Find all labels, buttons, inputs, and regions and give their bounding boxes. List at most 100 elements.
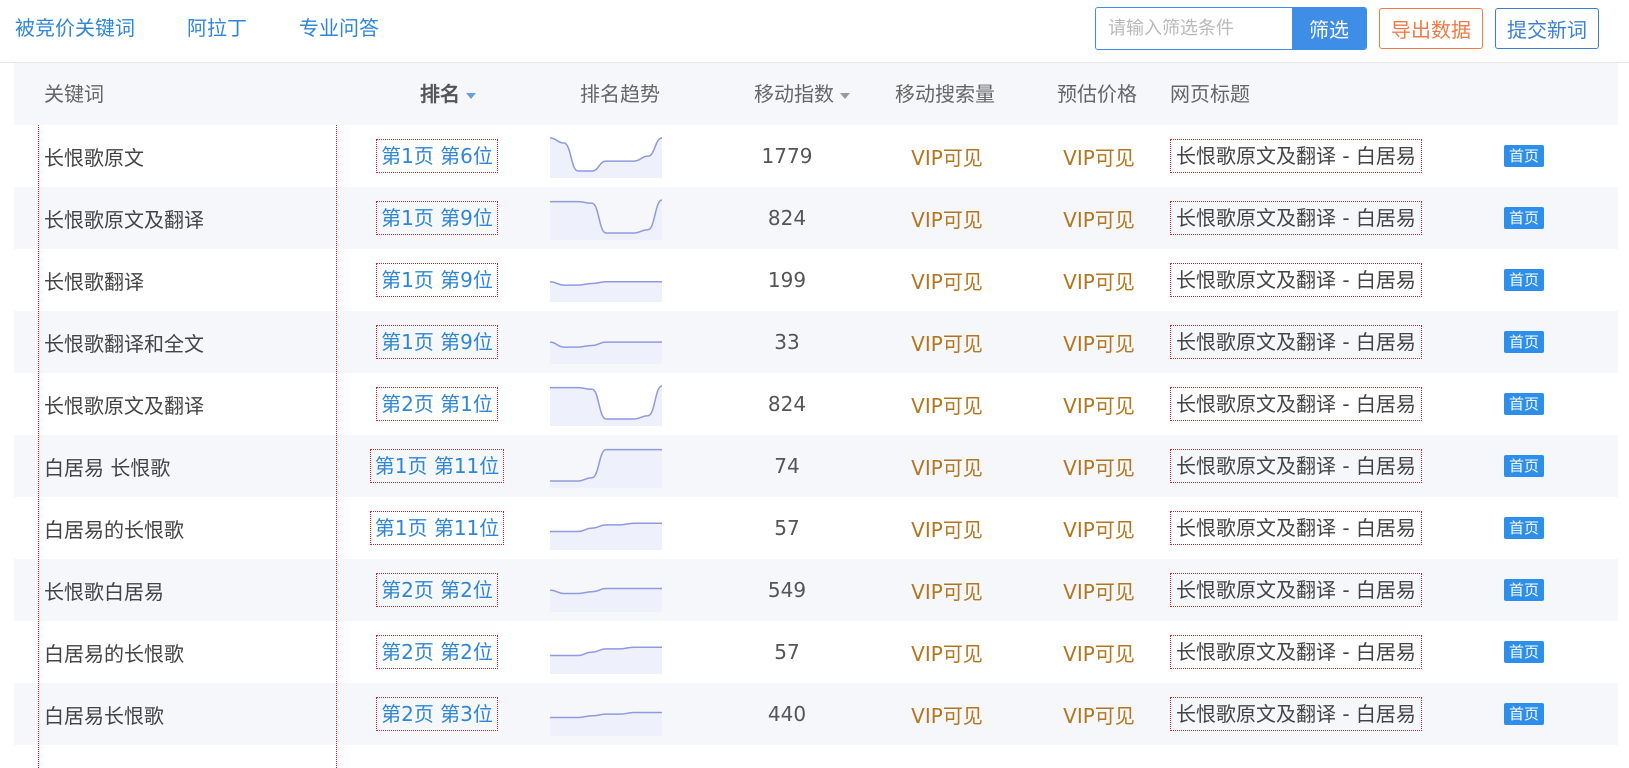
table-row: 长恨歌翻译和全文 第1页 第9位 33 VIP可见 VIP可见 长恨歌原文及翻译… [14,311,1618,373]
toolbar: 筛选 导出数据 提交新词 [1095,7,1599,50]
col-trend: 排名趋势 [580,82,660,106]
page-title-cell: 长恨歌原文及翻译 - 白居易 [1170,621,1422,683]
col-rank-label: 排名 [420,82,460,106]
mobile-index-cell: 199 [724,249,850,311]
page-title-link[interactable]: 长恨歌原文及翻译 - 白居易 [1170,139,1422,173]
homepage-badge[interactable]: 首页 [1504,269,1545,291]
rank-link[interactable]: 第1页 第11位 [369,449,505,483]
page-title-cell: 长恨歌原文及翻译 - 白居易 [1170,125,1422,187]
rank-cell: 第1页 第9位 [366,249,508,311]
homepage-badge[interactable]: 首页 [1504,455,1545,477]
rank-trend-chart [550,187,662,249]
mobile-index-cell: 549 [724,559,850,621]
vip-visible-text: VIP可见 [911,393,983,418]
mobile-volume-cell: VIP可见 [894,125,1000,187]
trend-area [550,588,662,612]
homepage-badge[interactable]: 首页 [1504,331,1545,353]
homepage-badge[interactable]: 首页 [1504,579,1545,601]
homepage-cell: 首页 [1504,559,1545,621]
page-title-cell: 长恨歌原文及翻译 - 白居易 [1170,249,1422,311]
col-mobile-index-label: 移动指数 [754,82,834,106]
trend-area [550,199,662,240]
keyword-text: 白居易长恨歌 [44,703,164,728]
homepage-badge[interactable]: 首页 [1504,207,1545,229]
keyword-text: 长恨歌白居易 [44,579,164,604]
page-title-link[interactable]: 长恨歌原文及翻译 - 白居易 [1170,449,1422,483]
trend-sparkline [550,448,662,488]
trend-area [550,646,662,674]
rank-cell: 第2页 第2位 [366,621,508,683]
price-cell: VIP可见 [1046,683,1152,745]
export-data-button[interactable]: 导出数据 [1379,8,1483,49]
mobile-index-value: 199 [767,268,807,292]
homepage-badge[interactable]: 首页 [1504,517,1545,539]
mobile-index-cell: 824 [724,187,850,249]
col-mobile-index-sort[interactable]: 移动指数 [754,80,850,108]
mobile-index-value: 57 [774,640,800,664]
keyword-cell: 长恨歌原文 [44,125,144,187]
keyword-text: 长恨歌原文及翻译 [44,393,204,418]
rank-link[interactable]: 第2页 第2位 [376,573,498,607]
rank-cell: 第2页 第3位 [366,683,508,745]
price-cell: VIP可见 [1046,497,1152,559]
page-title-link[interactable]: 长恨歌原文及翻译 - 白居易 [1170,387,1422,421]
tab-expert-qa[interactable]: 专业问答 [299,14,379,42]
mobile-volume-cell: VIP可见 [894,559,1000,621]
page-title-link[interactable]: 长恨歌原文及翻译 - 白居易 [1170,263,1422,297]
rank-cell: 第1页 第11位 [366,497,508,559]
price-cell: VIP可见 [1046,311,1152,373]
keyword-text: 白居易的长恨歌 [44,641,184,666]
page-title-link[interactable]: 长恨歌原文及翻译 - 白居易 [1170,635,1422,669]
rank-trend-chart [550,559,662,621]
rank-link[interactable]: 第1页 第9位 [376,201,498,235]
page-title-link[interactable]: 长恨歌原文及翻译 - 白居易 [1170,573,1422,607]
rank-link[interactable]: 第2页 第2位 [376,635,498,669]
vip-visible-text: VIP可见 [911,641,983,666]
trend-area [550,449,662,488]
table-row: 长恨歌原文 第1页 第6位 1779 VIP可见 VIP可见 长恨歌原文及翻译 … [14,125,1618,187]
submit-new-keyword-button[interactable]: 提交新词 [1495,8,1599,49]
mobile-volume-cell: VIP可见 [894,187,1000,249]
rank-link[interactable]: 第1页 第9位 [376,325,498,359]
homepage-badge[interactable]: 首页 [1504,703,1545,725]
top-bar: 被竞价关键词 阿拉丁 专业问答 筛选 导出数据 提交新词 [0,0,1629,63]
homepage-cell: 首页 [1504,373,1545,435]
rank-trend-chart [550,497,662,559]
keyword-cell: 白居易的长恨歌 [44,497,184,559]
keyword-cell: 长恨歌翻译 [44,249,144,311]
homepage-badge[interactable]: 首页 [1504,145,1545,167]
tab-aladdin[interactable]: 阿拉丁 [187,14,247,42]
rank-link[interactable]: 第2页 第3位 [376,697,498,731]
col-rank-sort[interactable]: 排名 [420,80,476,108]
vip-visible-text: VIP可见 [1063,207,1135,232]
mobile-index-cell: 824 [724,373,850,435]
page-title-cell: 长恨歌原文及翻译 - 白居易 [1170,559,1422,621]
rank-link[interactable]: 第1页 第11位 [369,511,505,545]
page-title-link[interactable]: 长恨歌原文及翻译 - 白居易 [1170,325,1422,359]
mobile-index-cell: 440 [724,683,850,745]
rank-cell: 第1页 第9位 [366,311,508,373]
filter-button[interactable]: 筛选 [1292,8,1366,49]
rank-cell: 第2页 第1位 [366,373,508,435]
page-title-link[interactable]: 长恨歌原文及翻译 - 白居易 [1170,201,1422,235]
table-header: 关键词 排名 排名趋势 移动指数 移动搜索量 预估价格 网页标题 [14,63,1618,125]
rank-link[interactable]: 第1页 第9位 [376,263,498,297]
rank-trend-chart [550,125,662,187]
filter-input[interactable] [1096,8,1292,49]
homepage-badge[interactable]: 首页 [1504,641,1545,663]
rank-link[interactable]: 第2页 第1位 [376,387,498,421]
homepage-cell: 首页 [1504,435,1545,497]
keyword-table: 关键词 排名 排名趋势 移动指数 移动搜索量 预估价格 网页标题 长恨歌原文 第… [14,63,1618,745]
page-title-link[interactable]: 长恨歌原文及翻译 - 白居易 [1170,697,1422,731]
mobile-volume-cell: VIP可见 [894,497,1000,559]
trend-sparkline [550,198,662,240]
tab-bar: 被竞价关键词 阿拉丁 专业问答 [15,14,431,42]
trend-area [550,522,662,550]
page-title-link[interactable]: 长恨歌原文及翻译 - 白居易 [1170,511,1422,545]
tab-bid-keywords[interactable]: 被竞价关键词 [15,14,135,42]
homepage-cell: 首页 [1504,621,1545,683]
homepage-badge[interactable]: 首页 [1504,393,1545,415]
page-title-cell: 长恨歌原文及翻译 - 白居易 [1170,311,1422,373]
mobile-index-cell: 33 [724,311,850,373]
rank-link[interactable]: 第1页 第6位 [376,139,498,173]
